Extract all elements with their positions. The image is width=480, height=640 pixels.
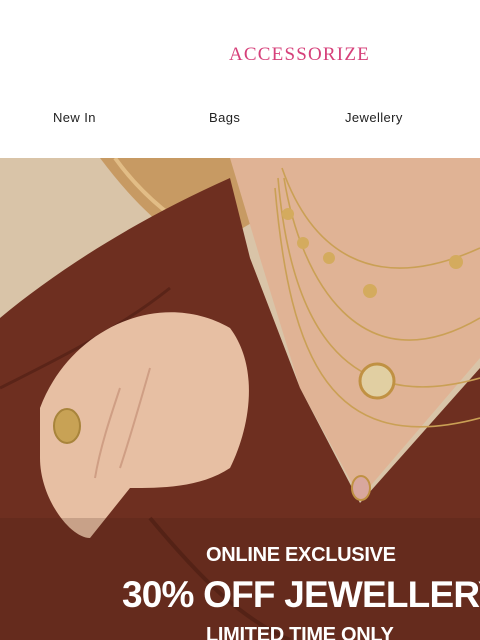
promo-line-1: ONLINE EXCLUSIVE (206, 544, 396, 566)
hero-banner[interactable]: ONLINE EXCLUSIVE 30% OFF JEWELLERY LIMIT… (0, 158, 480, 640)
nav-item-jewellery[interactable]: Jewellery (345, 110, 403, 125)
brand-logo[interactable]: ACCESSORIZE (229, 44, 370, 66)
email-header: ACCESSORIZE New In Bags Jewellery (0, 0, 480, 158)
promo-line-3: LIMITED TIME ONLY (206, 624, 394, 640)
main-nav: New In Bags Jewellery (0, 110, 480, 130)
nav-item-new-in[interactable]: New In (53, 110, 96, 125)
promo-headline: 30% OFF JEWELLERY (122, 574, 480, 615)
promo-overlay: ONLINE EXCLUSIVE 30% OFF JEWELLERY LIMIT… (0, 158, 480, 640)
nav-item-bags[interactable]: Bags (209, 110, 240, 125)
